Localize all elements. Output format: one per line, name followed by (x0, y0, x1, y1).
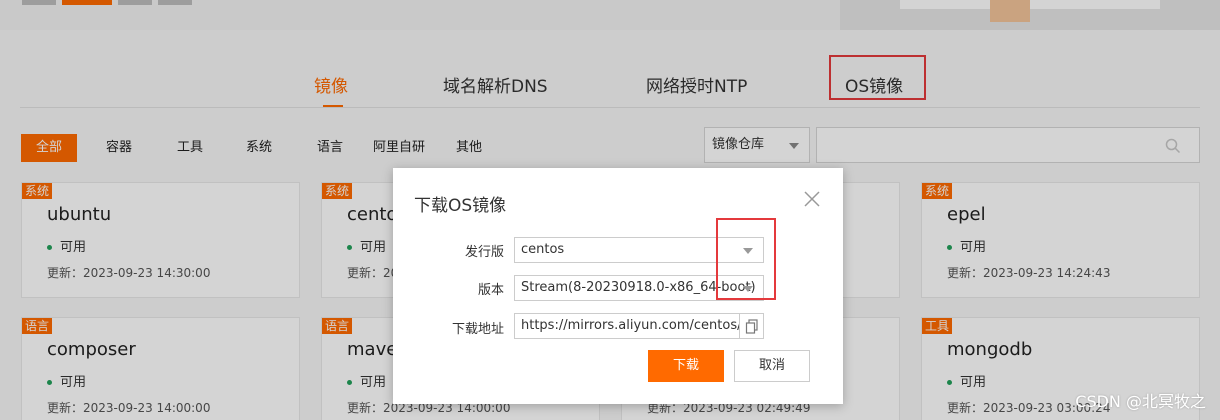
distro-label: 发行版 (464, 245, 504, 260)
cancel-button[interactable]: 取消 (734, 350, 810, 382)
distro-value: centos (521, 242, 565, 257)
watermark: CSDN @北冥牧之 (1075, 392, 1206, 411)
version-label: 版本 (477, 283, 504, 298)
highlight-box-dropdowns (716, 218, 776, 300)
download-button[interactable]: 下载 (648, 350, 724, 382)
download-url-value: https://mirrors.aliyun.com/centos/8 (521, 318, 740, 333)
copy-url-button[interactable] (739, 313, 764, 339)
copy-icon (745, 319, 758, 334)
download-url-field[interactable]: https://mirrors.aliyun.com/centos/8 (514, 313, 740, 339)
dialog-title: 下载OS镜像 (414, 196, 507, 216)
close-icon[interactable] (803, 190, 821, 208)
url-label: 下载地址 (451, 322, 504, 337)
